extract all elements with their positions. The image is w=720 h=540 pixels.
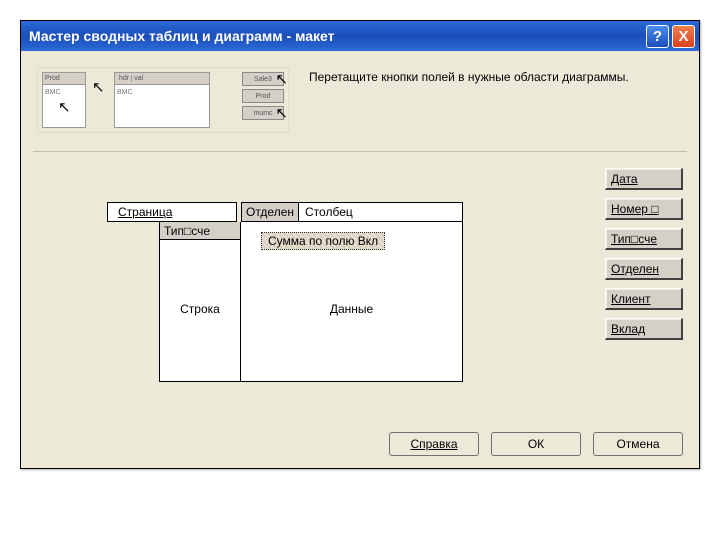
window-title: Мастер сводных таблиц и диаграмм - макет [29,28,643,44]
placed-column-field[interactable]: Отделен [242,203,299,221]
mini-table-right: hdrval BMC [114,72,210,128]
column-zone-label: Столбец [299,205,359,219]
help-button[interactable]: Справка [389,432,479,456]
thumbnail-layout: Prod BMC ↖ hdrval BMC ↖ Sale3 Prod [37,67,289,133]
field-button[interactable]: Дата [605,168,683,190]
page-zone-label: Страница [112,205,178,219]
dialog-body: Prod BMC ↖ hdrval BMC ↖ Sale3 Prod [21,51,699,468]
field-button[interactable]: Отделен [605,258,683,280]
top-illustration: Prod BMC ↖ hdrval BMC ↖ Sale3 Prod [33,61,687,152]
dialog-buttons: Справка ОК Отмена [33,432,687,456]
mini-table-left: Prod BMC [42,72,86,128]
data-dropzone[interactable]: Сумма по полю Вкл Данные [241,222,463,382]
field-button[interactable]: Вклад [605,318,683,340]
wizard-window: Мастер сводных таблиц и диаграмм - макет… [20,20,700,469]
ok-button[interactable]: ОК [491,432,581,456]
data-zone-label: Данные [241,302,462,316]
row-zone-label: Строка [160,302,240,316]
field-buttons-list: Дата Номер □ Тип□сче Отделен Клиент Вкла… [605,168,683,392]
instruction-text: Перетащите кнопки полей в нужные области… [309,67,683,133]
column-dropzone[interactable]: Отделен Столбец [241,202,463,222]
placed-data-field[interactable]: Сумма по полю Вкл [261,232,385,250]
page-dropzone[interactable]: Страница [107,202,237,222]
layout-editor: Страница Отделен Столбец Тип□сче Строка … [33,182,687,392]
mini-button-stack: Sale3 Prod mumc [242,72,284,120]
help-icon[interactable]: ? [646,25,669,48]
titlebar: Мастер сводных таблиц и диаграмм - макет… [21,21,699,51]
pivot-layout: Страница Отделен Столбец Тип□сче Строка … [37,182,591,392]
field-button[interactable]: Номер □ [605,198,683,220]
cancel-button[interactable]: Отмена [593,432,683,456]
field-button[interactable]: Тип□сче [605,228,683,250]
field-button[interactable]: Клиент [605,288,683,310]
close-icon[interactable]: X [672,25,695,48]
cursor-icon: ↖ [92,78,105,96]
row-dropzone[interactable]: Тип□сче Строка [159,222,241,382]
placed-row-field[interactable]: Тип□сче [160,222,240,240]
